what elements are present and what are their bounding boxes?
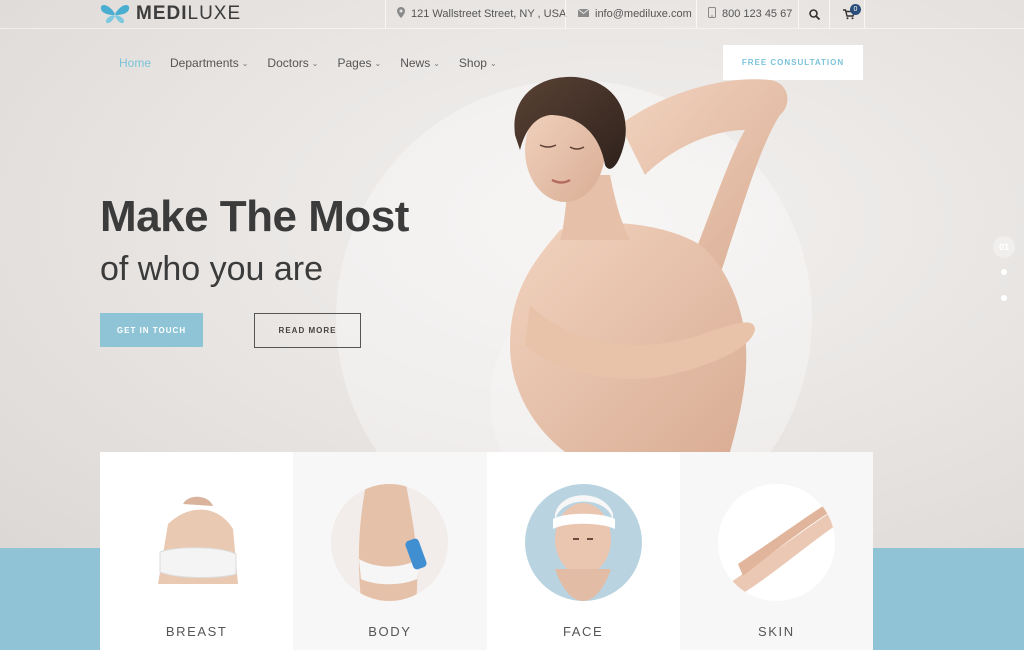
- cart-button[interactable]: 0: [834, 0, 864, 28]
- logo-text-bold: MEDI: [136, 3, 188, 24]
- search-button[interactable]: [799, 0, 829, 28]
- divider: [829, 0, 830, 28]
- department-label: SKIN: [758, 624, 795, 639]
- email-info[interactable]: info@mediluxe.com: [577, 0, 692, 28]
- face-image-icon: [524, 484, 642, 601]
- topbar-divider-line: [0, 28, 1024, 29]
- breast-thumbnail: [138, 484, 255, 601]
- logo-text-light: LUXE: [187, 3, 242, 24]
- cart-count-badge: 0: [850, 4, 861, 15]
- department-label: FACE: [562, 624, 604, 639]
- department-card-breast[interactable]: BREAST: [100, 452, 294, 650]
- divider: [565, 0, 566, 28]
- department-label: BODY: [368, 624, 412, 639]
- body-thumbnail: [331, 484, 449, 601]
- divider: [385, 0, 386, 28]
- body-image-icon: [331, 484, 449, 601]
- slide-number[interactable]: 01: [993, 236, 1015, 258]
- butterfly-logo-icon: [100, 5, 130, 24]
- breast-image-icon: [138, 484, 255, 601]
- address-info: 121 Wallstreet Street, NY , USA: [397, 0, 566, 28]
- chevron-down-icon: ⌄: [374, 58, 382, 68]
- nav-item-label: Pages: [337, 56, 372, 70]
- divider: [696, 0, 697, 28]
- nav-item-label: News: [400, 56, 431, 70]
- logo[interactable]: MEDILUXE: [100, 3, 241, 25]
- nav-item-doctors[interactable]: Doctors ⌄: [267, 56, 318, 70]
- phone-number[interactable]: 800 123 45 67: [722, 8, 792, 20]
- top-bar: MEDILUXE 121 Wallstreet Street, NY , USA…: [0, 0, 1024, 28]
- nav-item-departments[interactable]: Departments ⌄: [170, 56, 248, 70]
- main-nav: Home Departments ⌄ Doctors ⌄ Pages ⌄ News ⌄ …: [119, 56, 516, 70]
- face-thumbnail: [524, 484, 642, 601]
- get-in-touch-button[interactable]: GET IN TOUCH: [100, 313, 203, 347]
- department-card-body[interactable]: BODY: [293, 452, 487, 650]
- chevron-down-icon: ⌄: [433, 58, 440, 68]
- read-more-button[interactable]: READ MORE: [254, 313, 361, 348]
- nav-item-label: Home: [119, 56, 152, 70]
- slider-dot[interactable]: [1001, 295, 1007, 301]
- department-card-skin[interactable]: SKIN: [679, 452, 873, 650]
- departments-row: BREAST BODY FACE SKIN: [100, 452, 873, 650]
- nav-item-label: Doctors: [267, 56, 309, 70]
- hero-subtitle: of who you are: [100, 250, 324, 288]
- skin-thumbnail: [717, 484, 835, 601]
- envelope-icon: [577, 8, 590, 20]
- slider-dot[interactable]: [1001, 269, 1007, 275]
- hero-model-image: [510, 76, 788, 452]
- nav-item-pages[interactable]: Pages ⌄: [337, 56, 381, 70]
- nav-item-news[interactable]: News ⌄: [400, 56, 440, 70]
- nav-item-label: Departments: [170, 56, 239, 70]
- nav-item-home[interactable]: Home: [119, 56, 151, 70]
- search-icon: [808, 8, 820, 20]
- chevron-down-icon: ⌄: [241, 58, 249, 68]
- department-label: BREAST: [165, 624, 228, 639]
- phone-icon: [708, 7, 716, 21]
- chevron-down-icon: ⌄: [311, 58, 319, 68]
- divider: [864, 0, 865, 28]
- department-card-face[interactable]: FACE: [486, 452, 680, 650]
- hero-title: Make The Most: [100, 192, 409, 241]
- address-text: 121 Wallstreet Street, NY , USA: [411, 8, 567, 20]
- skin-image-icon: [717, 484, 835, 601]
- map-pin-icon: [397, 7, 405, 21]
- logo-text: MEDILUXE: [136, 3, 241, 25]
- phone-info[interactable]: 800 123 45 67: [708, 0, 792, 28]
- email-link[interactable]: info@mediluxe.com: [595, 8, 692, 20]
